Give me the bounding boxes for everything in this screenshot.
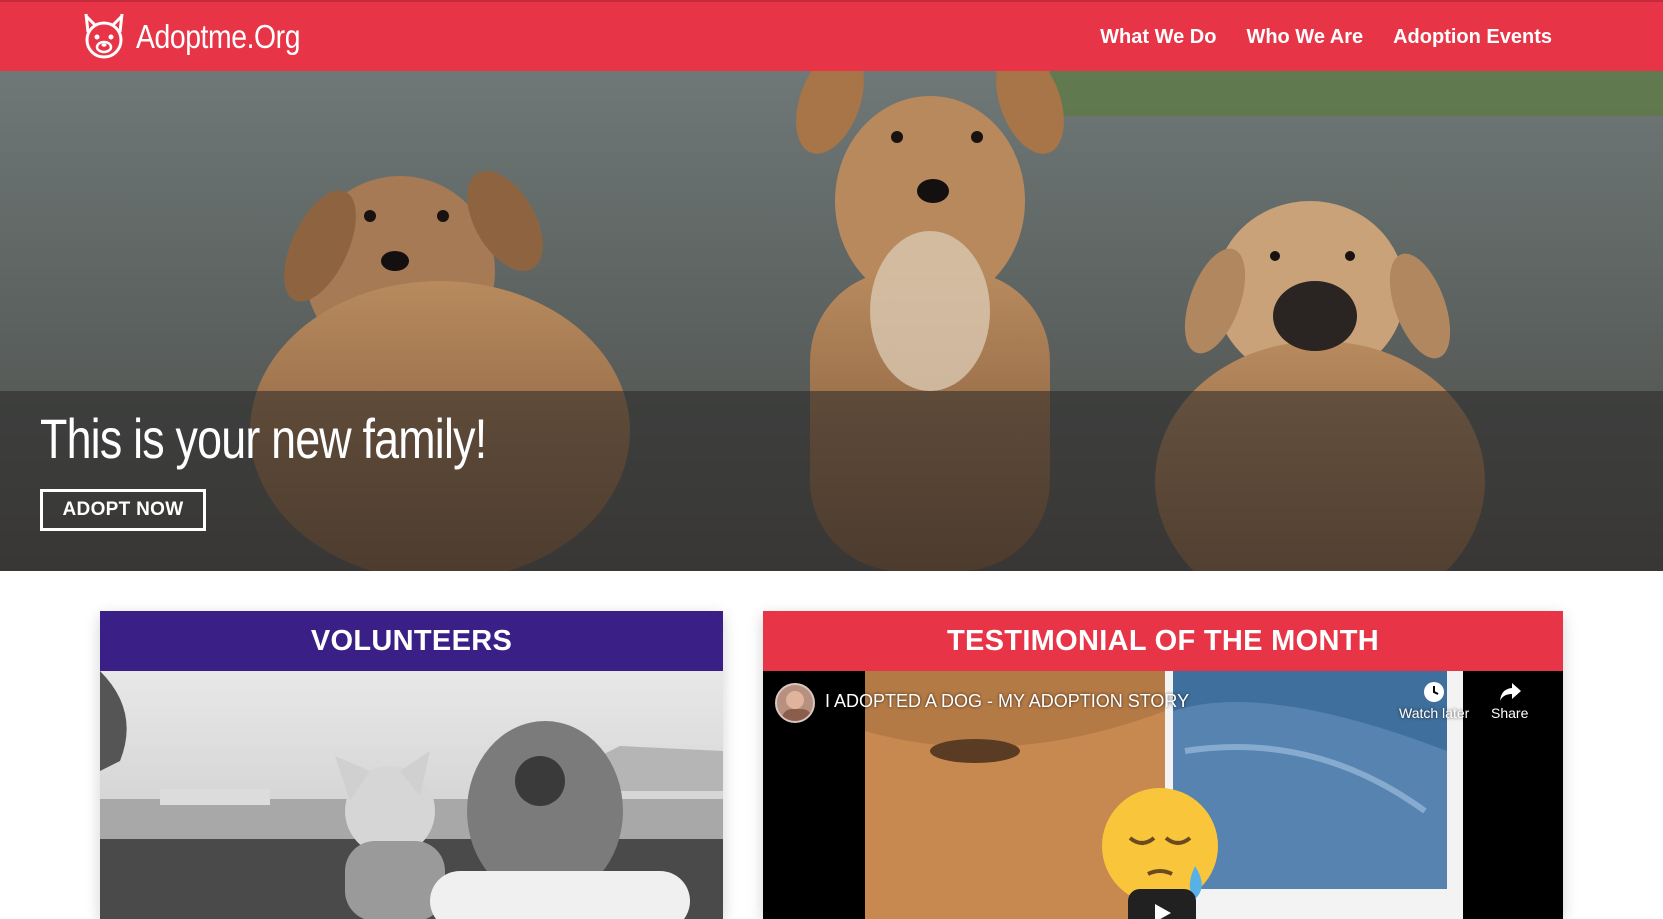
adopt-now-button[interactable]: ADOPT NOW [40, 489, 206, 531]
hero-title: This is your new family! [40, 407, 487, 470]
hero-banner: This is your new family! ADOPT NOW [0, 71, 1663, 571]
channel-avatar[interactable] [775, 683, 815, 723]
nav-link-who-we-are[interactable]: Who We Are [1246, 26, 1363, 49]
site-logo[interactable]: Adoptme.Org [80, 10, 327, 64]
top-nav: Adoptme.Org What We Do Who We Are Adopti… [0, 0, 1663, 71]
watch-later-button[interactable]: Watch later [1399, 681, 1469, 721]
play-button[interactable] [1128, 889, 1196, 919]
emoji-icon [1102, 788, 1218, 904]
testimonial-heading: TESTIMONIAL OF THE MONTH [763, 611, 1563, 671]
volunteers-card: VOLUNTEERS [100, 611, 723, 919]
brand-name[interactable]: Adoptme.Org [136, 18, 300, 56]
clock-icon [1424, 682, 1445, 702]
share-button[interactable]: Share [1491, 681, 1528, 721]
nav-link-what-we-do[interactable]: What We Do [1100, 26, 1216, 49]
play-icon [1155, 904, 1171, 919]
nav-menu: What We Do Who We Are Adoption Events [1070, 2, 1552, 73]
testimonial-card: TESTIMONIAL OF THE MONTH I ADOPTED A DOG [763, 611, 1563, 919]
youtube-video-player[interactable]: I ADOPTED A DOG - MY ADOPTION STORY Watc… [763, 671, 1563, 919]
volunteers-image [100, 671, 723, 919]
share-arrow-icon [1499, 683, 1521, 701]
dog-logo-icon [84, 13, 124, 59]
share-label: Share [1491, 705, 1529, 721]
video-title[interactable]: I ADOPTED A DOG - MY ADOPTION STORY [825, 691, 1189, 712]
nav-link-adoption-events[interactable]: Adoption Events [1393, 26, 1552, 49]
volunteers-heading: VOLUNTEERS [100, 611, 723, 671]
watch-later-label: Watch later [1399, 705, 1470, 721]
